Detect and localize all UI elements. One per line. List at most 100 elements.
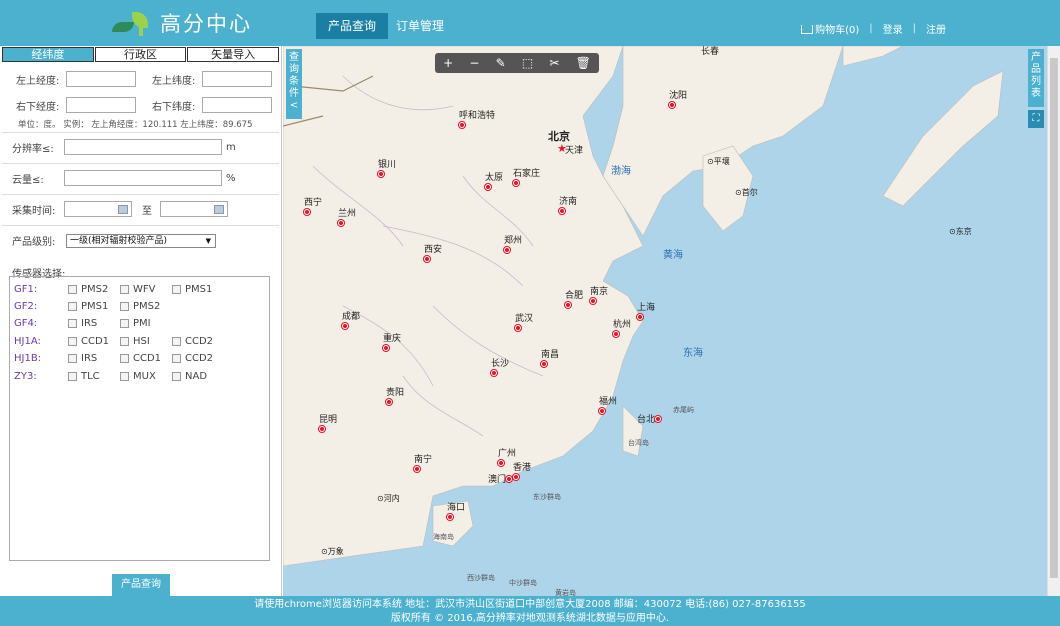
city-label[interactable]: 上海 [637, 300, 655, 323]
sensor-name: HJ1A: [14, 335, 41, 347]
tab-admin-region[interactable]: 行政区 [94, 47, 187, 62]
product-list-tab[interactable]: 产品列表 [1028, 49, 1044, 107]
checkbox-hj1b-ccd1[interactable]: CCD1 [120, 353, 172, 364]
city-label[interactable]: 太原 [485, 170, 503, 193]
city-label[interactable]: 郑州 [504, 233, 522, 256]
zoom-out-button[interactable]: − [469, 56, 479, 70]
city-marker-icon [498, 460, 504, 466]
checkbox-gf2-pms1[interactable]: PMS1 [68, 301, 120, 312]
cart-link[interactable]: 购物车(0) [801, 21, 859, 36]
city-label[interactable]: 兰州 [338, 206, 356, 229]
city-label[interactable]: ⊙东京 [949, 226, 972, 237]
zoom-in-button[interactable]: + [443, 56, 453, 70]
scrollbar-thumb[interactable] [1050, 58, 1058, 578]
city-label[interactable]: 西安 [424, 242, 442, 265]
checkbox-zy3-tlc[interactable]: TLC [68, 371, 120, 382]
city-label[interactable]: ⊙首尔 [735, 187, 758, 198]
draw-point-icon[interactable]: ✎ [496, 56, 506, 70]
city-marker-icon [383, 345, 389, 351]
checkbox-icon [120, 371, 129, 381]
time-label: 采集时间: [12, 205, 56, 217]
city-marker-icon [655, 416, 662, 422]
city-label[interactable]: 天津 [565, 143, 583, 156]
select-icon[interactable]: ✂ [549, 56, 559, 70]
checkbox-hj1a-hsi[interactable]: HSI [120, 336, 172, 347]
tab-vector-import[interactable]: 矢量导入 [187, 47, 280, 62]
city-label[interactable]: 昆明 [319, 412, 337, 435]
checkbox-icon [172, 353, 181, 363]
checkbox-gf1-pms2[interactable]: PMS2 [68, 284, 120, 295]
city-label[interactable]: 西宁 [304, 195, 322, 218]
checkbox-hj1b-ccd2[interactable]: CCD2 [172, 353, 224, 364]
city-label[interactable]: 南昌 [541, 347, 559, 370]
city-label[interactable]: ⊙平壤 [707, 156, 730, 167]
logo[interactable]: 高分中心 [110, 8, 252, 38]
city-label[interactable]: 澳门 [488, 472, 513, 485]
city-label[interactable]: 福州 [599, 394, 617, 417]
checkbox-gf1-pms1[interactable]: PMS1 [172, 284, 224, 295]
map-scrollbar[interactable] [1047, 46, 1060, 596]
trash-icon[interactable]: 🗑 [576, 56, 591, 70]
city-label[interactable]: ⊙万象 [321, 546, 344, 557]
resolution-input[interactable] [64, 139, 222, 155]
city-label[interactable]: 银川 [378, 157, 396, 180]
city-label[interactable]: 台北 [637, 412, 662, 425]
footer: 请使用chrome浏览器访问本系统 地址：武汉市洪山区街道口中部创意大厦2008… [0, 596, 1060, 626]
city-marker-icon [513, 474, 519, 480]
city-label[interactable]: 重庆 [383, 331, 401, 354]
city-label[interactable]: 香港 [513, 460, 531, 483]
city-label[interactable]: 石家庄 [513, 166, 540, 189]
checkbox-zy3-nad[interactable]: NAD [172, 371, 224, 382]
nav-product-query[interactable]: 产品查询 [316, 13, 389, 39]
city-marker-icon [515, 325, 521, 331]
city-label[interactable]: 贵阳 [386, 385, 404, 408]
city-label[interactable]: 长春 [701, 46, 719, 57]
lower-right-lon-input[interactable] [66, 97, 136, 113]
lower-right-lat-input[interactable] [202, 97, 272, 113]
calendar-icon[interactable] [118, 204, 128, 214]
city-label[interactable]: 沈阳 [669, 88, 687, 111]
nav-order-management[interactable]: 订单管理 [384, 13, 456, 39]
cloud-input[interactable] [64, 170, 222, 186]
city-marker-icon [504, 247, 510, 253]
checkbox-hj1a-ccd2[interactable]: CCD2 [172, 336, 224, 347]
upper-left-lon-input[interactable] [66, 71, 136, 87]
fullscreen-icon[interactable]: ⛶ [1028, 110, 1044, 128]
city-label[interactable]: 海口 [447, 500, 465, 523]
calendar-icon[interactable] [214, 204, 224, 214]
cloud-row: 云量≤: % [12, 170, 236, 186]
tab-lonlat[interactable]: 经纬度 [2, 47, 94, 62]
level-select[interactable]: 一级(相对辐射校验产品) [66, 233, 216, 248]
city-label[interactable]: 长沙 [491, 356, 509, 379]
city-label[interactable]: 杭州 [613, 317, 631, 340]
checkbox-hj1a-ccd1[interactable]: CCD1 [68, 336, 120, 347]
checkbox-icon [68, 284, 77, 294]
checkbox-icon [68, 353, 77, 363]
upper-left-lat-input[interactable] [202, 71, 272, 87]
city-label[interactable]: 武汉 [515, 311, 533, 334]
login-link[interactable]: 登录 [883, 21, 903, 36]
checkbox-gf1-wfv[interactable]: WFV [120, 284, 172, 295]
checkbox-gf2-pms2[interactable]: PMS2 [120, 301, 172, 312]
city-label[interactable]: 南宁 [414, 452, 432, 475]
checkbox-gf4-pmi[interactable]: PMI [120, 318, 172, 329]
map-view[interactable]: + − ✎ ⬚ ✂ 🗑 查询条件< 产品列表 ⛶ 渤海 黄海 东海 长春 沈阳 … [283, 46, 1047, 596]
city-label[interactable]: ⊙河内 [377, 493, 400, 504]
city-label[interactable]: 济南 [559, 194, 577, 217]
city-marker-icon [319, 426, 325, 432]
island-label: 中沙群岛 [509, 579, 537, 587]
city-label[interactable]: 合肥 [565, 288, 583, 311]
product-query-button[interactable]: 产品查询 [112, 574, 170, 596]
city-marker-icon [565, 302, 571, 308]
city-label[interactable]: 南京 [590, 284, 608, 307]
checkbox-zy3-mux[interactable]: MUX [120, 371, 172, 382]
map-basemap [283, 46, 1004, 567]
draw-rectangle-icon[interactable]: ⬚ [522, 56, 533, 70]
query-conditions-tab[interactable]: 查询条件< [286, 49, 302, 119]
city-label[interactable]: 成都 [342, 309, 360, 332]
city-label[interactable]: 呼和浩特 [459, 108, 495, 131]
checkbox-gf4-irs[interactable]: IRS [68, 318, 120, 329]
register-link[interactable]: 注册 [926, 21, 946, 36]
checkbox-hj1b-irs[interactable]: IRS [68, 353, 120, 364]
checkbox-icon [68, 318, 77, 328]
